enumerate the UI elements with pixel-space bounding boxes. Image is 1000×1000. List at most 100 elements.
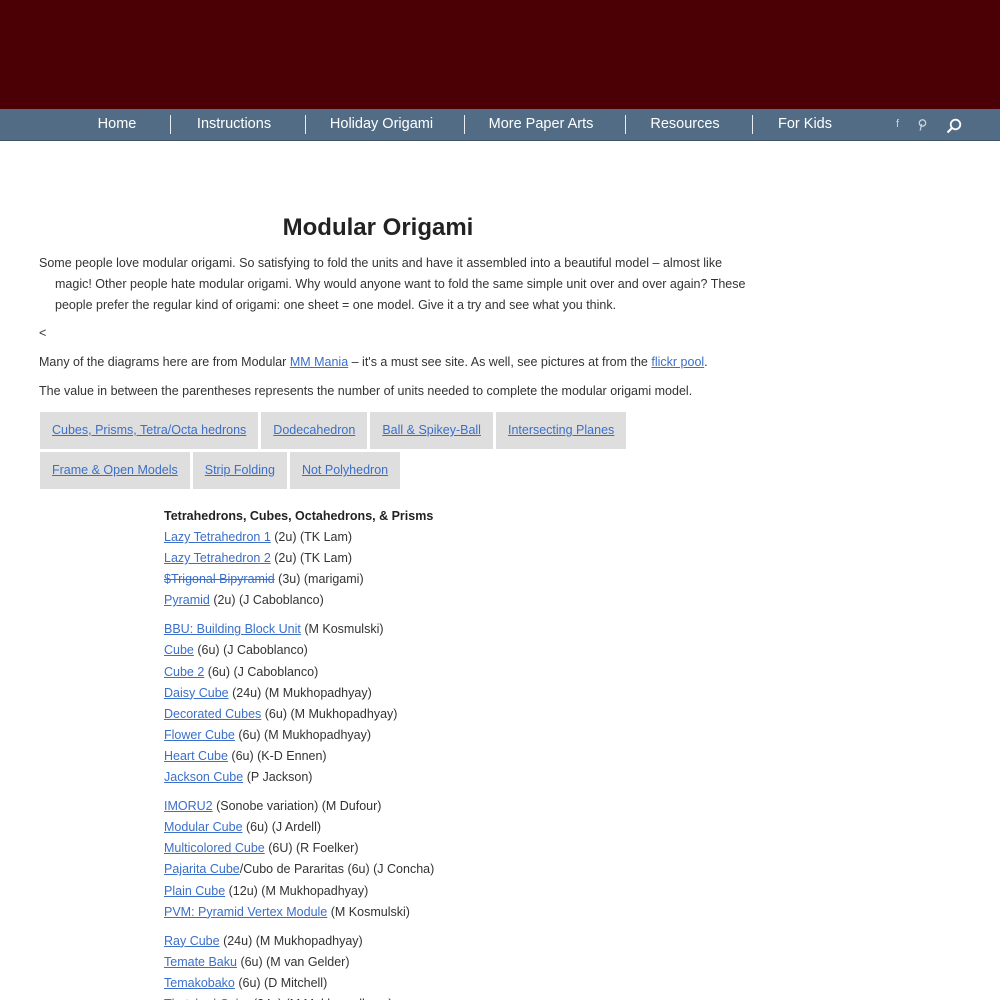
list-item: Daisy Cube (24u) (M Mukhopadhyay): [164, 683, 434, 704]
model-details: (Sonobe variation) (M Dufour): [212, 799, 382, 814]
model-link[interactable]: Pajarita Cube: [164, 862, 240, 876]
nav-home[interactable]: Home: [86, 109, 148, 141]
model-details: (M Kosmulski): [327, 904, 410, 919]
nav-separator: [752, 115, 753, 134]
model-details: (24u) (M Mukhopadhyay): [219, 933, 363, 948]
model-details: (6u) (K-D Ennen): [227, 748, 327, 763]
model-link[interactable]: PVM: Pyramid Vertex Module: [164, 905, 327, 919]
sources-text: Many of the diagrams here are from Modul…: [39, 355, 290, 369]
list-item: Modular Cube (6u) (J Ardell): [164, 817, 434, 838]
sources-text: – it's a must see site. As well, see pic…: [348, 355, 652, 369]
model-link[interactable]: Plain Cube: [164, 884, 225, 898]
list-item: Pajarita Cube/Cubo de Pararitas (6u) (J …: [164, 859, 434, 880]
list-item: Thatched Cube (24u) (M Mukhopadhyay): [164, 994, 434, 1000]
tab-cubes-prisms-link[interactable]: Cubes, Prisms, Tetra/Octa hedrons: [52, 423, 246, 437]
model-link[interactable]: Flower Cube: [164, 728, 235, 742]
model-details: (6u) (M Mukhopadhyay): [234, 727, 372, 742]
model-link[interactable]: Daisy Cube: [164, 686, 229, 700]
page-title: Modular Origami: [282, 214, 474, 241]
intro-line: Some people love modular origami. So sat…: [39, 256, 723, 270]
list-item: IMORU2 (Sonobe variation) (M Dufour): [164, 796, 434, 817]
sources-paragraph: Many of the diagrams here are from Modul…: [39, 355, 708, 369]
list-item: PVM: Pyramid Vertex Module (M Kosmulski): [164, 902, 434, 923]
model-link[interactable]: IMORU2: [164, 799, 213, 813]
list-item: $Trigonal Bipyramid (3u) (marigami): [164, 569, 434, 590]
model-list: Tetrahedrons, Cubes, Octahedrons, & Pris…: [164, 506, 434, 1000]
model-details: (6U) (R Foelker): [264, 841, 359, 856]
tab-not-polyhedron-link[interactable]: Not Polyhedron: [302, 463, 388, 477]
tab-dodecahedron[interactable]: Dodecahedron: [261, 412, 368, 449]
model-link[interactable]: Cube: [164, 643, 194, 657]
nav-separator: [464, 115, 465, 134]
model-details: (M Kosmulski): [300, 622, 384, 637]
model-link[interactable]: Jackson Cube: [164, 770, 243, 784]
tab-frame-open-models[interactable]: Frame & Open Models: [40, 452, 190, 489]
tab-intersecting-planes-link[interactable]: Intersecting Planes: [508, 423, 614, 437]
nav-separator: [625, 115, 626, 134]
model-details: /Cubo de Pararitas (6u) (J Concha): [239, 862, 435, 877]
tab-dodecahedron-link[interactable]: Dodecahedron: [273, 423, 355, 437]
list-item: Lazy Tetrahedron 2 (2u) (TK Lam): [164, 548, 434, 569]
sources-text: .: [704, 355, 708, 369]
list-item: Cube 2 (6u) (J Caboblanco): [164, 662, 434, 683]
model-link[interactable]: Lazy Tetrahedron 1: [164, 530, 271, 544]
list-group-spacer: [164, 611, 434, 619]
tab-cubes-prisms[interactable]: Cubes, Prisms, Tetra/Octa hedrons: [40, 412, 259, 449]
tab-strip-folding[interactable]: Strip Folding: [192, 452, 287, 489]
category-tabs-row-2: Frame & Open Models Strip Folding Not Po…: [40, 452, 401, 489]
model-link[interactable]: Modular Cube: [164, 820, 243, 834]
list-item: Lazy Tetrahedron 1 (2u) (TK Lam): [164, 527, 434, 548]
model-link[interactable]: Ray Cube: [164, 934, 220, 948]
tab-ball-spikey-ball[interactable]: Ball & Spikey-Ball: [370, 412, 493, 449]
model-link[interactable]: Temate Baku: [164, 955, 237, 969]
model-link[interactable]: Multicolored Cube: [164, 841, 265, 855]
search-icon[interactable]: [946, 118, 962, 134]
list-item: Pyramid (2u) (J Caboblanco): [164, 590, 434, 611]
model-link[interactable]: Cube 2: [164, 665, 204, 679]
main-navigation: Home Instructions Holiday Origami More P…: [0, 109, 1000, 141]
stray-character: <: [39, 326, 47, 340]
model-details: (12u) (M Mukhopadhyay): [225, 883, 369, 898]
list-item: Jackson Cube (P Jackson): [164, 767, 434, 788]
nav-instructions[interactable]: Instructions: [190, 109, 278, 141]
model-details: (2u) (TK Lam): [270, 551, 353, 566]
nav-more-paper-arts[interactable]: More Paper Arts: [484, 109, 598, 141]
model-link[interactable]: Temakobako: [164, 976, 235, 990]
model-link[interactable]: Decorated Cubes: [164, 707, 261, 721]
nav-for-kids[interactable]: For Kids: [773, 109, 837, 141]
model-details: (6u) (D Mitchell): [234, 975, 328, 990]
model-details: (2u) (J Caboblanco): [209, 593, 324, 608]
model-link[interactable]: Pyramid: [164, 593, 210, 607]
list-item: Ray Cube (24u) (M Mukhopadhyay): [164, 931, 434, 952]
list-group-spacer: [164, 923, 434, 931]
model-details: (3u) (marigami): [274, 572, 364, 587]
model-details: (P Jackson): [243, 770, 313, 785]
tab-frame-open-models-link[interactable]: Frame & Open Models: [52, 463, 178, 477]
list-item: Plain Cube (12u) (M Mukhopadhyay): [164, 881, 434, 902]
model-link[interactable]: Lazy Tetrahedron 2: [164, 551, 271, 565]
pinterest-icon[interactable]: [918, 119, 927, 131]
mm-mania-link[interactable]: MM Mania: [290, 355, 348, 369]
list-group-spacer: [164, 788, 434, 796]
tab-ball-spikey-ball-link[interactable]: Ball & Spikey-Ball: [382, 423, 481, 437]
model-details: (24u) (M Mukhopadhyay): [228, 685, 372, 700]
intro-line: magic! Other people hate modular origami…: [55, 277, 746, 291]
model-details: (6u) (J Ardell): [242, 820, 322, 835]
list-item: BBU: Building Block Unit (M Kosmulski): [164, 619, 434, 640]
nav-separator: [170, 115, 171, 134]
tab-strip-folding-link[interactable]: Strip Folding: [205, 463, 275, 477]
model-link[interactable]: $Trigonal Bipyramid: [164, 572, 275, 586]
nav-holiday-origami[interactable]: Holiday Origami: [325, 109, 438, 141]
model-details: (6u) (J Caboblanco): [193, 643, 308, 658]
facebook-icon[interactable]: f: [896, 109, 899, 141]
model-link[interactable]: BBU: Building Block Unit: [164, 622, 301, 636]
flickr-pool-link[interactable]: flickr pool: [651, 355, 704, 369]
model-details: (6u) (M van Gelder): [236, 954, 350, 969]
list-item: Multicolored Cube (6U) (R Foelker): [164, 838, 434, 859]
nav-resources[interactable]: Resources: [645, 109, 725, 141]
model-link[interactable]: Heart Cube: [164, 749, 228, 763]
tab-not-polyhedron[interactable]: Not Polyhedron: [289, 452, 401, 489]
tab-intersecting-planes[interactable]: Intersecting Planes: [495, 412, 627, 449]
units-note: The value in between the parentheses rep…: [39, 384, 693, 398]
model-details: (6u) (J Caboblanco): [204, 664, 319, 679]
